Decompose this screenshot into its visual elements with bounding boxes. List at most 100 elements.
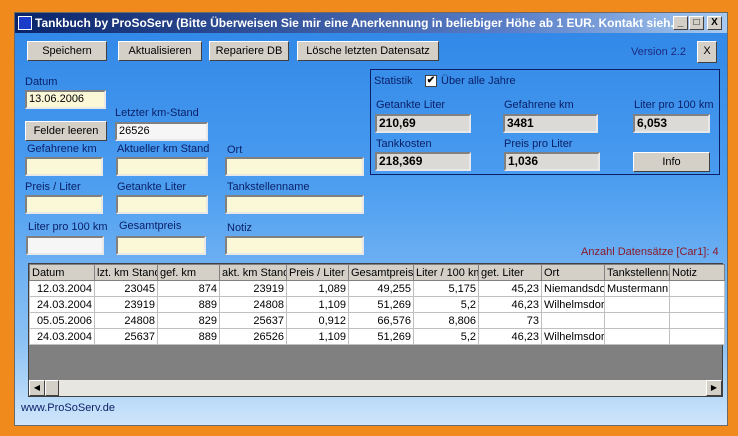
table-cell[interactable]: 73 [478,312,542,329]
total-input[interactable] [116,236,206,255]
table-cell[interactable]: 5,2 [413,296,479,313]
scroll-thumb[interactable] [45,380,59,396]
table-cell[interactable]: 8,806 [413,312,479,329]
records-grid[interactable]: Datum lzt. km Stand gef. km akt. km Stand Pr… [28,263,725,397]
stat-l100-label: Liter pro 100 km [634,99,714,111]
stat-ppl-label: Preis pro Liter [504,138,573,150]
table-cell[interactable] [604,328,670,345]
table-cell[interactable]: Wilhelmsdorf [541,296,605,313]
column-header[interactable]: Notiz [669,264,725,281]
ort-label: Ort [227,144,243,156]
driven-km-input[interactable] [25,157,103,176]
table-cell[interactable]: 12.03.2004 [29,280,95,297]
scroll-right-icon[interactable]: ▶ [706,380,722,396]
table-cell[interactable]: 66,576 [348,312,414,329]
close-button[interactable]: X [697,41,717,63]
table-cell[interactable]: 889 [157,296,220,313]
note-input[interactable] [225,236,364,255]
table-cell[interactable] [541,312,605,329]
table-cell[interactable]: 51,269 [348,296,414,313]
table-cell[interactable]: 23919 [94,296,158,313]
scroll-left-icon[interactable]: ◀ [29,380,45,396]
table-cell[interactable]: 51,269 [348,328,414,345]
table-cell[interactable]: 25637 [94,328,158,345]
statistics-panel: Statistik ✔ Über alle Jahre Getankte Lit… [370,69,720,175]
table-cell[interactable]: 1,109 [286,328,349,345]
column-header[interactable]: Preis / Liter [286,264,349,281]
table-cell[interactable]: 24808 [94,312,158,329]
stat-km-value: 3481 [503,114,598,133]
table-cell[interactable]: 24808 [219,296,287,313]
table-cell[interactable]: 874 [157,280,220,297]
table-cell[interactable]: 49,255 [348,280,414,297]
repair-db-button[interactable]: Repariere DB [209,41,289,61]
table-cell[interactable]: 26526 [219,328,287,345]
column-header[interactable]: Tankstellenname [604,264,670,281]
table-cell[interactable]: Mustermann [604,280,670,297]
table-cell[interactable]: 5,175 [413,280,479,297]
table-cell[interactable]: 0,912 [286,312,349,329]
column-header[interactable]: akt. km Stand [219,264,287,281]
table-cell[interactable] [669,328,725,345]
maximize-button[interactable]: □ [689,16,704,30]
table-cell[interactable]: 23045 [94,280,158,297]
all-years-checkbox[interactable]: ✔ [425,75,437,87]
table-cell[interactable]: 1,089 [286,280,349,297]
current-km-input[interactable] [116,157,208,176]
table-cell[interactable]: 24.03.2004 [29,328,95,345]
stat-liters-label: Getankte Liter [376,99,446,111]
column-header[interactable]: Gesamtpreis [348,264,414,281]
table-row[interactable]: 24.03.2004 25637 889 26526 1,109 51,269 5,2 46,… [29,328,725,345]
save-button[interactable]: Speichern [27,41,107,61]
table-cell[interactable] [604,312,670,329]
table-row[interactable]: 24.03.2004 23919 889 24808 1,109 51,269 5,2 46,… [29,296,725,313]
datum-input[interactable]: 13.06.2006 [25,90,106,109]
column-header[interactable]: Ort [541,264,605,281]
table-cell[interactable]: 25637 [219,312,287,329]
delete-last-record-button[interactable]: Lösche letzten Datensatz [297,41,439,61]
price-label: Preis / Liter [25,181,81,193]
stat-cost-value: 218,369 [375,152,471,171]
version-label: Version 2.2 [631,46,687,58]
table-cell[interactable] [669,312,725,329]
table-cell[interactable] [669,280,725,297]
minimize-button[interactable]: _ [673,16,688,30]
table-cell[interactable]: 46,23 [478,328,542,345]
column-header[interactable]: lzt. km Stand [94,264,158,281]
table-cell[interactable] [669,296,725,313]
datum-label: Datum [25,76,58,88]
table-cell[interactable]: 1,109 [286,296,349,313]
liters-input[interactable] [116,195,208,214]
l100-input[interactable] [26,236,104,255]
table-cell[interactable]: 829 [157,312,220,329]
close-window-button[interactable]: X [707,16,722,30]
liters-label: Getankte Liter [117,181,187,193]
last-km-input[interactable]: 26526 [115,122,208,141]
table-cell[interactable]: 24.03.2004 [29,296,95,313]
stat-ppl-value: 1,036 [504,152,600,171]
table-cell[interactable] [604,296,670,313]
table-cell[interactable]: 45,23 [478,280,542,297]
refresh-button[interactable]: Aktualisieren [118,41,202,61]
table-cell[interactable]: 889 [157,328,220,345]
table-cell[interactable]: 23919 [219,280,287,297]
station-input[interactable] [225,195,364,214]
footer-link[interactable]: www.ProSoServ.de [21,402,115,414]
station-label: Tankstellenname [227,181,310,193]
ort-input[interactable] [225,157,364,176]
column-header[interactable]: Liter / 100 km [413,264,479,281]
table-cell[interactable]: 5,2 [413,328,479,345]
column-header[interactable]: gef. km [157,264,220,281]
table-row[interactable]: 05.05.2006 24808 829 25637 0,912 66,576 8,806 7… [29,312,725,329]
table-cell[interactable]: 46,23 [478,296,542,313]
column-header[interactable]: Datum [29,264,95,281]
table-row[interactable]: 12.03.2004 23045 874 23919 1,089 49,255 5,175 4… [29,280,725,297]
column-header[interactable]: get. Liter [478,264,542,281]
horizontal-scrollbar[interactable]: ◀ ▶ [29,380,722,396]
table-cell[interactable]: 05.05.2006 [29,312,95,329]
table-cell[interactable]: Niemandsdorf [541,280,605,297]
info-button[interactable]: Info [633,152,710,172]
clear-fields-button[interactable]: Felder leeren [25,121,107,141]
table-cell[interactable]: Wilhelmsdorf [541,328,605,345]
price-input[interactable] [25,195,103,214]
